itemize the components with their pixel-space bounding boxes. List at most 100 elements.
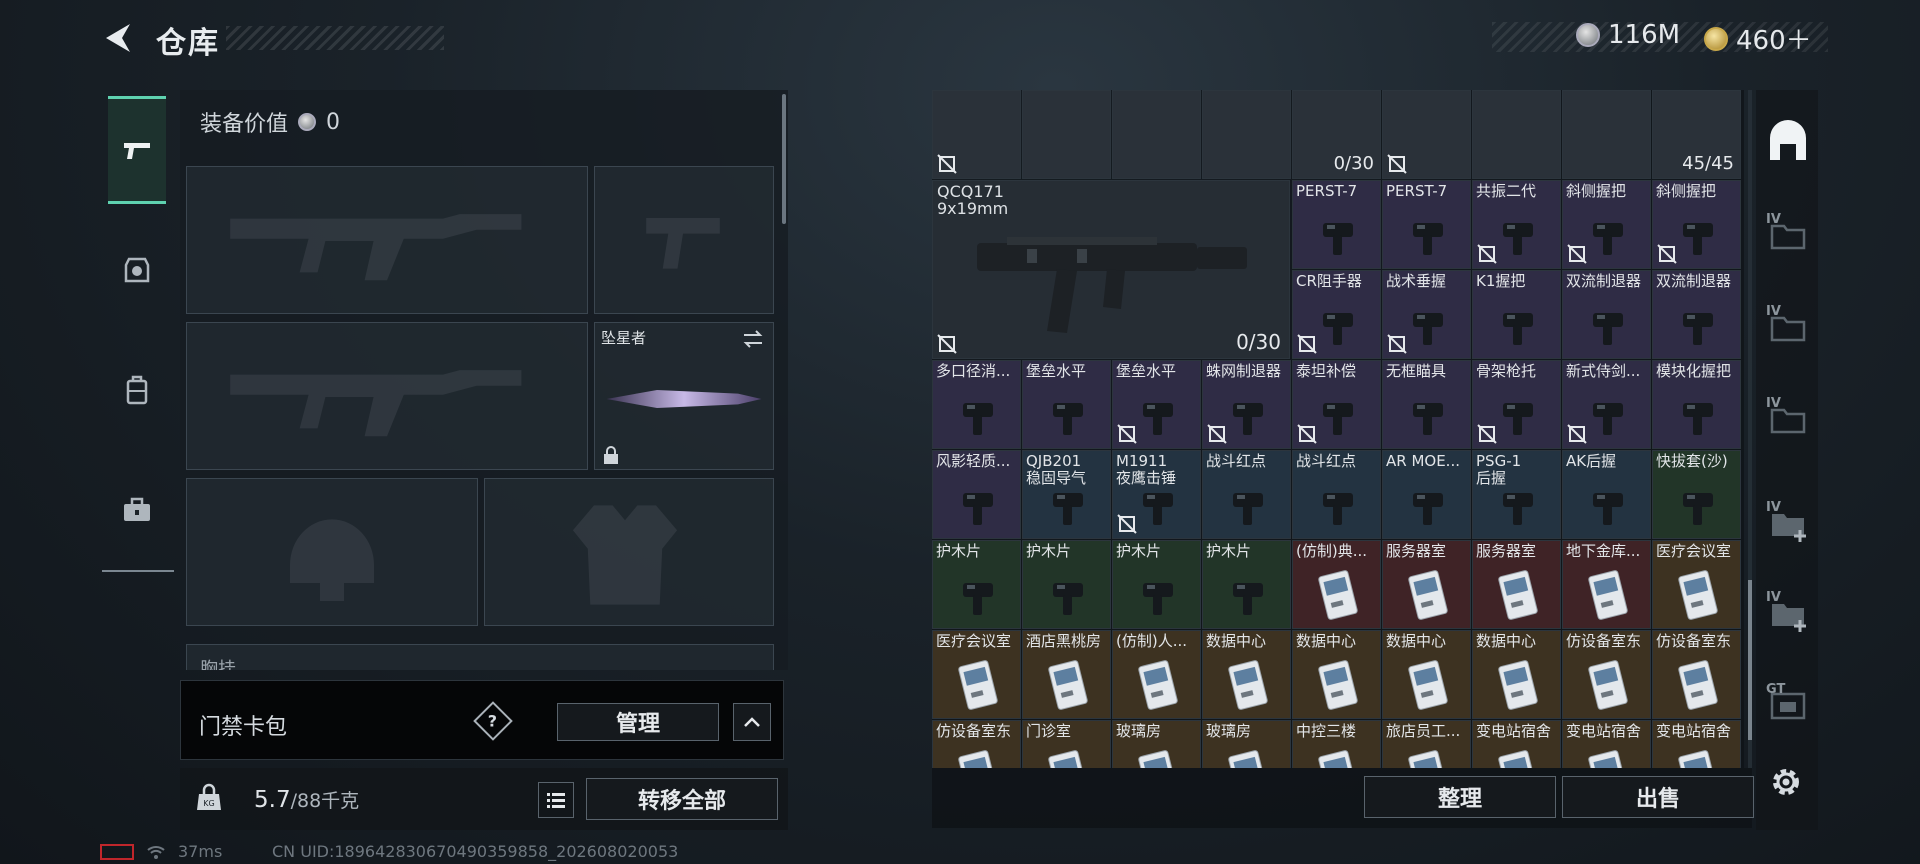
inventory-item[interactable]: 共振二代	[1472, 180, 1561, 269]
inventory-item[interactable]: 仿设备室东	[932, 720, 1021, 768]
sort-button[interactable]: 整理	[1364, 776, 1556, 818]
inventory-cell[interactable]	[1472, 90, 1561, 179]
weapon-item-qcq171[interactable]: QCQ171 9x19mm 0/30	[932, 180, 1290, 359]
inventory-item[interactable]: 数据中心	[1292, 630, 1381, 719]
inventory-item[interactable]: 新式侍剑...	[1562, 360, 1651, 449]
inventory-item[interactable]: 双流制退器	[1652, 270, 1741, 359]
inventory-item[interactable]: 双流制退器	[1562, 270, 1651, 359]
inventory-item[interactable]: (仿制)典...	[1292, 540, 1381, 629]
inventory-item[interactable]: 骨架枪托	[1472, 360, 1561, 449]
inventory-item[interactable]: 多口径消...	[932, 360, 1021, 449]
inventory-item[interactable]: 数据中心	[1382, 630, 1471, 719]
sell-button[interactable]: 出售	[1562, 776, 1754, 818]
inventory-item[interactable]: QJB201 稳固导气	[1022, 450, 1111, 539]
inventory-item[interactable]: K1握把	[1472, 270, 1561, 359]
inventory-item[interactable]: 医疗会议室	[932, 630, 1021, 719]
inventory-item[interactable]: 快拔套(沙)	[1652, 450, 1741, 539]
inventory-cell[interactable]	[932, 90, 1021, 179]
inventory-item[interactable]: CR阻手器	[1292, 270, 1381, 359]
inventory-item[interactable]: 变电站宿舍	[1652, 720, 1741, 768]
item-name: K1握把	[1476, 272, 1526, 290]
gold-currency-value: 460＋	[1736, 26, 1812, 56]
primary-weapon-slot[interactable]	[186, 166, 588, 314]
tab-backpack[interactable]	[108, 336, 166, 444]
inventory-item[interactable]: 无框瞄具	[1382, 360, 1471, 449]
back-button[interactable]	[98, 18, 138, 58]
inventory-item[interactable]: 堡垒水平	[1022, 360, 1111, 449]
inventory-item[interactable]: 医疗会议室	[1652, 540, 1741, 629]
tab-storage-2[interactable]: IV	[1766, 304, 1810, 348]
tab-storage-1[interactable]: IV	[1766, 212, 1810, 256]
inventory-item[interactable]: M1911 夜鹰击锤	[1112, 450, 1201, 539]
tab-armor[interactable]	[108, 216, 166, 324]
inventory-cell[interactable]	[1202, 90, 1291, 179]
inventory-cell[interactable]	[1112, 90, 1201, 179]
inventory-item[interactable]: 风影轻质...	[932, 450, 1021, 539]
inventory-item[interactable]: 斜侧握把	[1562, 180, 1651, 269]
tab-storage-3[interactable]: IV	[1766, 396, 1810, 440]
inventory-item[interactable]: AK后握	[1562, 450, 1651, 539]
settings-button[interactable]	[1764, 760, 1808, 804]
inventory-item[interactable]: 数据中心	[1202, 630, 1291, 719]
transfer-all-button[interactable]: 转移全部	[586, 778, 778, 820]
inventory-item[interactable]: 模块化握把	[1652, 360, 1741, 449]
inventory-item[interactable]: 门诊室	[1022, 720, 1111, 768]
tab-weapons[interactable]	[108, 96, 166, 204]
tab-storage-add-2[interactable]: IV	[1766, 590, 1810, 634]
inventory-item[interactable]: 变电站宿舍	[1472, 720, 1561, 768]
silver-currency[interactable]: 116M	[1576, 20, 1680, 50]
inventory-item[interactable]: PSG-1 后握	[1472, 450, 1561, 539]
equipment-scrollbar[interactable]	[782, 94, 786, 224]
inventory-item[interactable]: 护木片	[1022, 540, 1111, 629]
inventory-item[interactable]: 仿设备室东	[1652, 630, 1741, 719]
inventory-item[interactable]: 旅店员工...	[1382, 720, 1471, 768]
inventory-item[interactable]: 斜侧握把	[1652, 180, 1741, 269]
tab-storage-special[interactable]: GT	[1766, 682, 1810, 726]
collapse-button[interactable]	[733, 703, 771, 741]
inventory-item[interactable]: 地下金库...	[1562, 540, 1651, 629]
inventory-item[interactable]: 仿设备室东	[1562, 630, 1651, 719]
inventory-cell[interactable]	[1022, 90, 1111, 179]
gold-currency[interactable]: 460＋	[1704, 20, 1812, 57]
inventory-item[interactable]: 蛛网制退器	[1202, 360, 1291, 449]
inventory-item[interactable]: 战术垂握	[1382, 270, 1471, 359]
inventory-item[interactable]: 泰坦补偿	[1292, 360, 1381, 449]
inventory-item[interactable]: (仿制)人...	[1112, 630, 1201, 719]
inventory-item[interactable]: 战斗红点	[1292, 450, 1381, 539]
inventory-item[interactable]: 堡垒水平	[1112, 360, 1201, 449]
melee-slot[interactable]: 坠星者	[594, 322, 774, 470]
inventory-cell[interactable]: 45/45	[1652, 90, 1741, 179]
tab-tools[interactable]	[108, 456, 166, 564]
armor-slot[interactable]	[484, 478, 774, 626]
sidearm-slot[interactable]	[594, 166, 774, 314]
inventory-item[interactable]: PERST-7	[1382, 180, 1471, 269]
helmet-slot[interactable]	[186, 478, 478, 626]
swap-icon[interactable]	[741, 327, 765, 351]
inventory-cell[interactable]: 0/30	[1292, 90, 1381, 179]
inventory-item[interactable]: 护木片	[932, 540, 1021, 629]
manage-button[interactable]: 管理	[557, 703, 719, 741]
inventory-cell[interactable]	[1382, 90, 1471, 179]
inventory-item[interactable]: 酒店黑桃房	[1022, 630, 1111, 719]
inventory-item[interactable]: 玻璃房	[1202, 720, 1291, 768]
inventory-item[interactable]: 护木片	[1202, 540, 1291, 629]
chest-rig-slot[interactable]	[186, 644, 774, 670]
inventory-item[interactable]: 中控三楼	[1292, 720, 1381, 768]
list-view-button[interactable]	[538, 782, 574, 818]
tab-warehouse[interactable]	[1766, 120, 1810, 164]
secondary-weapon-slot[interactable]	[186, 322, 588, 470]
inventory-item[interactable]: AR MOE...	[1382, 450, 1471, 539]
inventory-item[interactable]: 服务器室	[1382, 540, 1471, 629]
help-icon[interactable]: ?	[473, 701, 513, 741]
inventory-cell[interactable]	[1562, 90, 1651, 179]
inventory-item[interactable]: 服务器室	[1472, 540, 1561, 629]
inventory-item[interactable]: 玻璃房	[1112, 720, 1201, 768]
tab-storage-add-1[interactable]: IV	[1766, 500, 1810, 544]
inventory-item[interactable]: 战斗红点	[1202, 450, 1291, 539]
inventory-item[interactable]: 护木片	[1112, 540, 1201, 629]
inventory-item[interactable]: 变电站宿舍	[1562, 720, 1651, 768]
inventory-item[interactable]: PERST-7	[1292, 180, 1381, 269]
inventory-item[interactable]: 数据中心	[1472, 630, 1561, 719]
inventory-scrollbar-thumb[interactable]	[1748, 580, 1752, 740]
item-name: 快拔套(沙)	[1656, 452, 1728, 470]
